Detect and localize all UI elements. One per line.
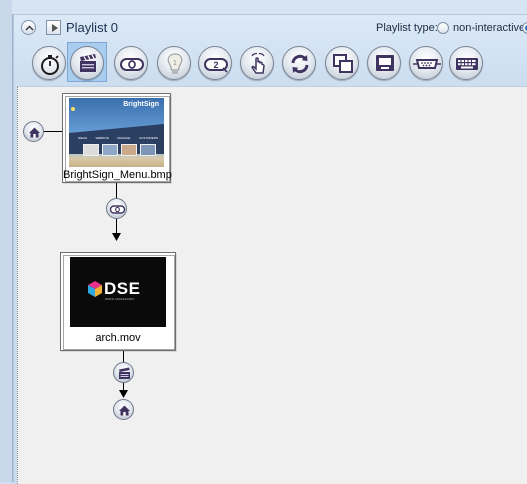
transition-line [123,351,124,362]
top-edge-strip [12,0,527,14]
non-interactive-label: non-interactive [453,22,526,34]
gpio-event-tool[interactable]: 1 [157,46,191,80]
playlist-panel: Playlist 0 Playlist type: non-interactiv… [13,14,527,484]
left-edge-strip [0,0,13,482]
serial-port-icon [413,59,441,69]
playlist-window: Playlist 0 Playlist type: non-interactiv… [0,0,527,484]
menu-thumb-image [121,144,137,156]
keyboard-icon [456,58,478,70]
home-icon [119,405,130,416]
svg-text:2: 2 [213,60,218,70]
zone-message-event-tool[interactable] [325,46,359,80]
menu-item-text: WEBSITE [95,136,109,140]
playlist-type-label: Playlist type: [376,22,438,34]
zero-button-icon [120,58,144,71]
network-device-icon [376,55,394,71]
play-button[interactable] [46,20,61,35]
state-label: arch.mov [95,332,141,344]
home-icon [29,127,40,138]
state-brightsign-menu[interactable]: BrightSign IDEAS WEBSITE MANAGE CUSTOMER… [62,93,172,183]
bp900-transition-node[interactable] [106,198,127,219]
thumbnail-menu-bar: IDEAS WEBSITE MANAGE CUSTOMERS [78,136,158,142]
svg-text:1: 1 [173,60,177,67]
synchronize-event-tool[interactable] [282,46,316,80]
clapperboard-icon [80,54,96,72]
serial-event-tool[interactable] [409,46,443,80]
stopwatch-icon [41,55,59,75]
chevron-up-icon [25,25,34,31]
video-thumbnail: DSE DIGITAL SIGNAGE EXPO [70,257,166,327]
menu-thumb-image [83,144,99,156]
playlist-title: Playlist 0 [66,20,119,35]
thumbnail-sun [71,107,75,111]
clapperboard-icon [119,367,130,379]
dse-cube-icon [88,281,102,297]
menu-thumb-image [140,144,156,156]
bp900-event-tool[interactable] [114,46,148,80]
menu-thumb-image [102,144,118,156]
state-arch-mov[interactable]: DSE DIGITAL SIGNAGE EXPO arch.mov [60,252,176,351]
state-label: BrightSign_Menu.bmp [63,169,172,181]
dse-logo-text: DSE [104,279,141,298]
touch-event-tool[interactable] [240,46,274,80]
interactive-radio[interactable] [522,22,527,34]
event-toolbar: 1 2 [14,41,527,85]
menu-item-text: CUSTOMERS [138,136,158,140]
video-end-transition-node[interactable] [113,362,134,383]
thumbnail-logo-text: BrightSign [123,101,159,108]
zones-icon [333,54,353,73]
lightbulb-one-icon: 1 [167,53,183,74]
playlist-canvas[interactable]: BrightSign IDEAS WEBSITE MANAGE CUSTOMER… [17,86,527,484]
touch-hand-icon [251,52,265,74]
refresh-icon [291,54,309,74]
arrow-down-icon [112,233,121,241]
start-home-node[interactable] [23,121,44,142]
video-end-event-tool[interactable] [70,46,104,80]
non-interactive-radio[interactable] [437,22,449,34]
keyboard-event-tool[interactable] [449,46,483,80]
collapse-button[interactable] [21,20,36,35]
menu-item-text: MANAGE [117,136,131,140]
menu-item-text: IDEAS [78,136,88,140]
playlist-header: Playlist 0 Playlist type: non-interactiv… [14,15,527,41]
return-home-node[interactable] [113,399,134,420]
keyboard-2-event-tool[interactable]: 2 [198,46,232,80]
transition-line [116,183,117,198]
arrow-down-icon [119,390,128,398]
dse-logo-subtext: DIGITAL SIGNAGE EXPO [105,298,135,301]
play-icon [52,24,58,32]
menu-thumbnail: BrightSign IDEAS WEBSITE MANAGE CUSTOMER… [69,98,164,167]
two-button-icon: 2 [204,58,228,73]
timeout-event-tool[interactable] [32,46,66,80]
udp-event-tool[interactable] [367,46,401,80]
zero-button-icon [109,205,126,214]
